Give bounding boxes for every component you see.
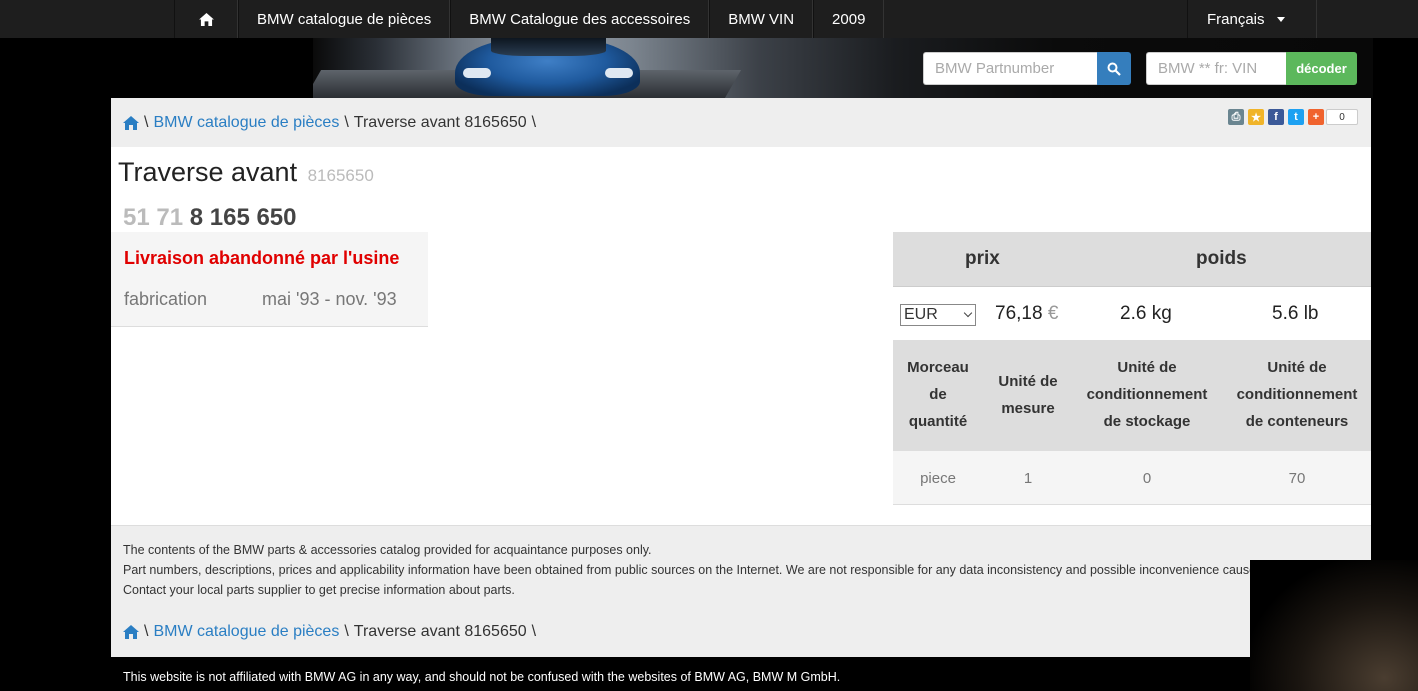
breadcrumb-separator: \: [144, 623, 149, 640]
hero-headlight-right: [605, 68, 633, 78]
breadcrumb-separator: \: [344, 114, 349, 131]
chevron-down-icon: [963, 308, 973, 318]
breadcrumb-bar: \ BMW catalogue de pièces \ Traverse ava…: [111, 98, 1371, 147]
decode-button[interactable]: décoder: [1286, 52, 1357, 85]
nav-item-vin[interactable]: BMW VIN: [709, 0, 814, 38]
partnumber-input[interactable]: [923, 52, 1097, 85]
part-number-small: 8165650: [307, 166, 374, 185]
breadcrumb-separator: \: [144, 114, 149, 131]
part-number: 51 71 8 165 650: [123, 204, 297, 232]
disclaimer-line: Part numbers, descriptions, prices and a…: [123, 563, 1267, 577]
currency-select[interactable]: EUR: [900, 304, 976, 326]
page-title: Traverse avant 8165650: [118, 157, 374, 188]
breadcrumb-current: Traverse avant 8165650: [353, 114, 527, 131]
print-icon[interactable]: ⎙: [1228, 109, 1244, 125]
affiliation-note: This website is not affiliated with BMW …: [123, 670, 841, 684]
main-content: \ BMW catalogue de pièces \ Traverse ava…: [111, 98, 1371, 657]
language-label: Français: [1207, 10, 1265, 28]
weight-kg: 2.6 kg: [1120, 303, 1172, 324]
header-container-unit: Unité de conditionnement de conteneurs: [1236, 359, 1358, 430]
value-storage-unit: 0: [1142, 470, 1152, 487]
add-share-icon[interactable]: +: [1308, 109, 1324, 125]
breadcrumb-separator: \: [344, 623, 349, 640]
breadcrumb-link-catalog[interactable]: BMW catalogue de pièces: [153, 623, 339, 641]
packaging-header-row: Morceau de quantité Unité de mesure Unité d…: [893, 340, 1371, 450]
twitter-icon[interactable]: t: [1288, 109, 1304, 125]
packaging-values-row: piece 1 0 70: [893, 450, 1371, 505]
breadcrumb: \ BMW catalogue de pièces \ Traverse ava…: [123, 114, 541, 132]
home-icon[interactable]: [123, 116, 139, 130]
caret-down-icon: [1276, 16, 1285, 22]
part-number-main: 8 165 650: [189, 204, 297, 231]
part-title: Traverse avant: [118, 157, 298, 187]
nav-menu: BMW catalogue de pièces BMW Catalogue de…: [174, 0, 885, 38]
fabrication-label: fabrication: [124, 289, 208, 309]
vin-search-form: décoder: [1146, 52, 1357, 85]
value-piece-quantity: piece: [920, 470, 956, 487]
fabrication-value: mai '93 - nov. '93: [262, 289, 397, 309]
breadcrumb-current: Traverse avant 8165650: [353, 623, 527, 640]
disclaimer-line: The contents of the BMW parts & accessor…: [123, 543, 652, 557]
search-icon: [1107, 62, 1121, 76]
status-discontinued: Livraison abandonné par l'usine: [124, 248, 400, 268]
nav-item-parts-catalog[interactable]: BMW catalogue de pièces: [238, 0, 451, 38]
breadcrumb-link-catalog[interactable]: BMW catalogue de pièces: [153, 114, 339, 132]
breadcrumb-separator: \: [531, 623, 537, 640]
header-storage-unit: Unité de conditionnement de stockage: [1086, 359, 1208, 430]
price-panel: prix poids EUR 76,18 € 2.6 kg 5.6 lb Mor…: [893, 232, 1371, 505]
nav-item-accessories-catalog[interactable]: BMW Catalogue des accessoires: [450, 0, 710, 38]
currency-value: EUR: [904, 306, 938, 323]
footer-info: The contents of the BMW parts & accessor…: [111, 525, 1371, 657]
breadcrumb-bottom: \ BMW catalogue de pièces \ Traverse ava…: [123, 623, 541, 641]
language-dropdown[interactable]: Français: [1187, 0, 1317, 38]
header-unit-of-measure: Unité de mesure: [998, 373, 1058, 417]
weight-lb: 5.6 lb: [1272, 303, 1319, 324]
weight-header: poids: [1196, 248, 1247, 269]
partnumber-search-form: [923, 52, 1131, 85]
part-status-box: Livraison abandonné par l'usine fabricat…: [111, 232, 428, 327]
hero-car-windshield: [491, 38, 606, 56]
share-buttons: ⎙ ★ f t + 0: [1228, 109, 1358, 125]
currency-symbol: €: [1047, 303, 1059, 324]
part-number-prefix: 51 71: [123, 204, 184, 231]
home-icon[interactable]: [123, 625, 139, 639]
price-amount: 76,18: [995, 303, 1043, 324]
price-value: 76,18 €: [995, 303, 1058, 325]
favorite-star-icon[interactable]: ★: [1248, 109, 1264, 125]
disclaimer-line: Contact your local parts supplier to get…: [123, 583, 515, 597]
home-icon: [198, 12, 214, 26]
disclaimer: The contents of the BMW parts & accessor…: [123, 540, 1267, 600]
hero-headlight-left: [463, 68, 491, 78]
value-unit-of-measure: 1: [1023, 470, 1033, 487]
vin-input[interactable]: [1146, 52, 1286, 85]
background-decoration: [1250, 560, 1418, 691]
breadcrumb-separator: \: [531, 114, 537, 131]
price-header-row: prix poids: [893, 232, 1371, 286]
value-container-unit: 70: [1288, 470, 1306, 487]
header-piece-quantity: Morceau de quantité: [907, 359, 969, 430]
top-navbar: BMW catalogue de pièces BMW Catalogue de…: [0, 0, 1418, 38]
nav-home[interactable]: [174, 0, 238, 38]
price-header: prix: [965, 248, 1000, 269]
nav-item-year[interactable]: 2009: [813, 0, 885, 38]
share-count: 0: [1326, 109, 1358, 125]
facebook-icon[interactable]: f: [1268, 109, 1284, 125]
price-row: EUR 76,18 € 2.6 kg 5.6 lb: [893, 286, 1371, 340]
search-button[interactable]: [1097, 52, 1131, 85]
